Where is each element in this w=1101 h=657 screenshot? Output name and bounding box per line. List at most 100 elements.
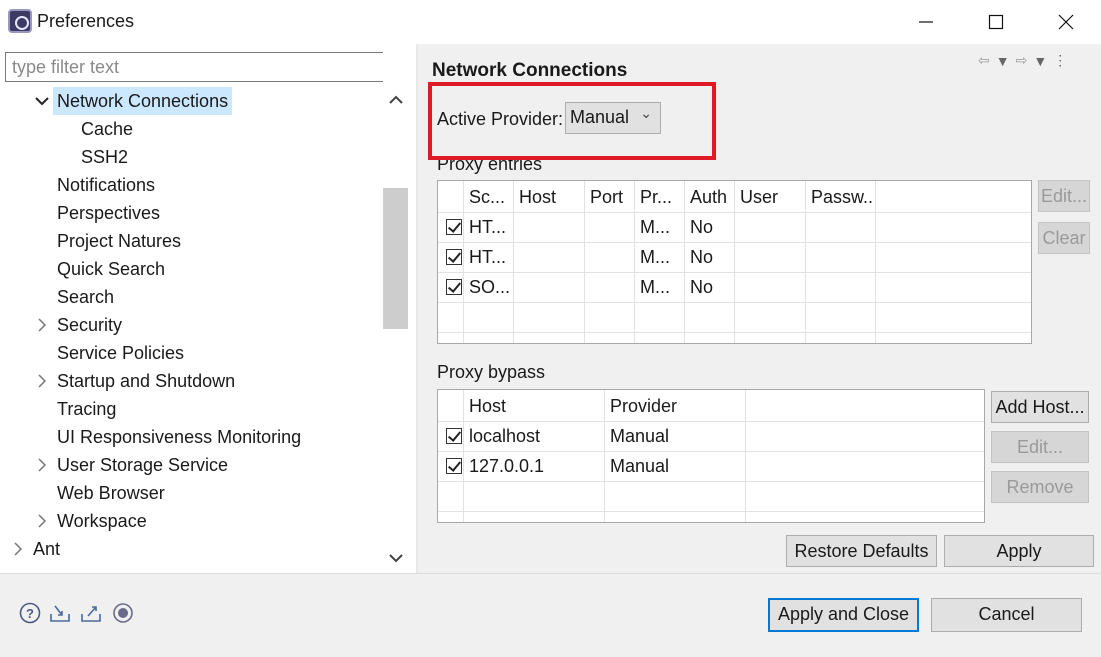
dropdown-icon[interactable]: ▼ [1033, 53, 1047, 69]
tree-item-tracing[interactable]: Tracing [57, 395, 116, 423]
proxy-cell-scheme: HT... [469, 247, 507, 267]
tree-item-workspace[interactable]: Workspace [57, 507, 147, 535]
scrollbar-thumb[interactable] [383, 188, 408, 329]
table-row[interactable]: 127.0.0.1 Manual [438, 451, 984, 481]
bypass-edit-button[interactable]: Edit... [991, 431, 1089, 463]
record-icon[interactable] [112, 602, 134, 624]
bypass-host-checkbox[interactable] [446, 428, 462, 444]
bypass-host-checkbox[interactable] [446, 458, 462, 474]
scroll-up-icon[interactable] [389, 94, 403, 104]
proxy-cell-scheme: HT... [469, 217, 507, 237]
tree-item-search[interactable]: Search [57, 283, 114, 311]
view-menu-icon[interactable]: ⋮ [1053, 52, 1067, 69]
proxy-cell-password [811, 212, 873, 242]
chevron-right-icon[interactable] [35, 374, 49, 388]
tree-item-startup-and-shutdown[interactable]: Startup and Shutdown [57, 367, 235, 395]
proxy-entry-checkbox[interactable] [446, 249, 462, 265]
proxy-cell-host [519, 242, 582, 272]
proxy-cell-provider: M... [640, 217, 670, 237]
row-separator [438, 481, 984, 482]
help-icon[interactable]: ? [19, 602, 41, 624]
page-nav: ⇦ ▼ ⇨ ▼ ⋮ [978, 52, 1067, 69]
back-arrow-icon[interactable]: ⇦ [978, 52, 990, 69]
bypass-column-header[interactable]: Host [469, 391, 599, 421]
tree-item-ant[interactable]: Ant [33, 535, 60, 563]
tree-item-network-connections[interactable]: Network Connections [53, 87, 233, 115]
bypass-cell-host: localhost [469, 426, 541, 446]
proxy-cell-user [740, 242, 803, 272]
restore-defaults-button[interactable]: Restore Defaults [786, 535, 937, 567]
proxy-column-header[interactable]: Auth [690, 182, 732, 212]
proxy-entry-checkbox[interactable] [446, 219, 462, 235]
tree-item-security[interactable]: Security [57, 311, 122, 339]
tree-item-quick-search[interactable]: Quick Search [57, 255, 165, 283]
tree-item-web-browser[interactable]: Web Browser [57, 479, 165, 507]
apply-button[interactable]: Apply [944, 535, 1094, 567]
proxy-cell-scheme: SO... [469, 277, 511, 297]
cancel-button[interactable]: Cancel [931, 598, 1082, 632]
tree-item-ui-responsiveness-monitoring[interactable]: UI Responsiveness Monitoring [57, 423, 301, 451]
import-icon[interactable] [49, 602, 71, 624]
table-row[interactable]: HT... M... No [438, 212, 1031, 242]
close-icon [1058, 14, 1074, 30]
add-host-button[interactable]: Add Host... [991, 391, 1089, 423]
preference-tree-panel: Network ConnectionsCacheSSH2Notification… [0, 44, 416, 573]
remove-button[interactable]: Remove [991, 471, 1089, 503]
proxy-bypass-table[interactable]: Host Provider localhost Manual 127.0.0.1 Manu… [437, 389, 985, 523]
filter-input[interactable] [5, 52, 408, 82]
proxy-cell-provider: M... [640, 247, 670, 267]
tree-item-perspectives[interactable]: Perspectives [57, 199, 160, 227]
apply-and-close-button[interactable]: Apply and Close [768, 598, 919, 632]
proxy-cell-auth: No [690, 247, 714, 267]
page-title: Network Connections [432, 60, 628, 81]
proxy-entries-table[interactable]: Sc... Host Port Pr... Auth User Passw... HT... M… [437, 180, 1032, 344]
proxy-cell-host [519, 272, 582, 302]
dropdown-icon[interactable]: ▼ [996, 53, 1010, 69]
window-title: Preferences [37, 11, 135, 31]
maximize-icon [988, 14, 1004, 30]
chevron-right-icon[interactable] [35, 514, 49, 528]
proxy-entry-checkbox[interactable] [446, 279, 462, 295]
export-icon[interactable] [80, 602, 102, 624]
proxy-column-header[interactable]: Sc... [469, 182, 511, 212]
tree-item-notifications[interactable]: Notifications [57, 171, 155, 199]
proxy-cell-host [519, 212, 582, 242]
proxy-column-header[interactable]: Pr... [640, 182, 682, 212]
proxy-column-header[interactable]: Passw... [811, 182, 873, 212]
close-button[interactable] [1031, 0, 1101, 44]
table-row[interactable]: HT... M... No [438, 242, 1031, 272]
tree-scrollbar[interactable] [383, 44, 408, 573]
svg-text:?: ? [26, 606, 34, 621]
forward-arrow-icon[interactable]: ⇨ [1016, 52, 1028, 69]
tree-item-project-natures[interactable]: Project Natures [57, 227, 181, 255]
tree-item-ssh2[interactable]: SSH2 [81, 143, 128, 171]
tree-item-user-storage-service[interactable]: User Storage Service [57, 451, 228, 479]
table-row[interactable]: SO... M... No [438, 272, 1031, 302]
maximize-button[interactable] [961, 0, 1031, 44]
table-row[interactable]: localhost Manual [438, 421, 984, 451]
minimize-icon [919, 21, 933, 23]
chevron-right-icon[interactable] [11, 542, 25, 556]
minimize-button[interactable] [891, 0, 961, 44]
tree-item-cache[interactable]: Cache [81, 115, 133, 143]
proxy-column-header[interactable]: Port [590, 182, 632, 212]
title-bar: Preferences [0, 0, 1101, 44]
scroll-down-icon[interactable] [389, 554, 403, 564]
proxy-column-header[interactable]: Host [519, 182, 582, 212]
chevron-down-icon[interactable] [35, 94, 49, 108]
bypass-cell-provider: Manual [610, 426, 670, 446]
app-icon [8, 9, 32, 33]
bypass-cell-provider: Manual [610, 456, 670, 476]
bypass-column-header[interactable]: Provider [610, 391, 740, 421]
chevron-right-icon[interactable] [35, 318, 49, 332]
proxy-cell-port [590, 272, 632, 302]
chevron-right-icon[interactable] [35, 458, 49, 472]
proxy-edit-button[interactable]: Edit... [1038, 180, 1090, 212]
proxy-column-header[interactable]: User [740, 182, 803, 212]
proxy-clear-button[interactable]: Clear [1038, 222, 1090, 254]
tree-item-service-policies[interactable]: Service Policies [57, 339, 184, 367]
proxy-cell-provider: M... [640, 277, 670, 297]
bypass-cell-host: 127.0.0.1 [469, 456, 545, 476]
annotation-highlight-box [428, 82, 716, 160]
row-separator [438, 302, 1031, 303]
